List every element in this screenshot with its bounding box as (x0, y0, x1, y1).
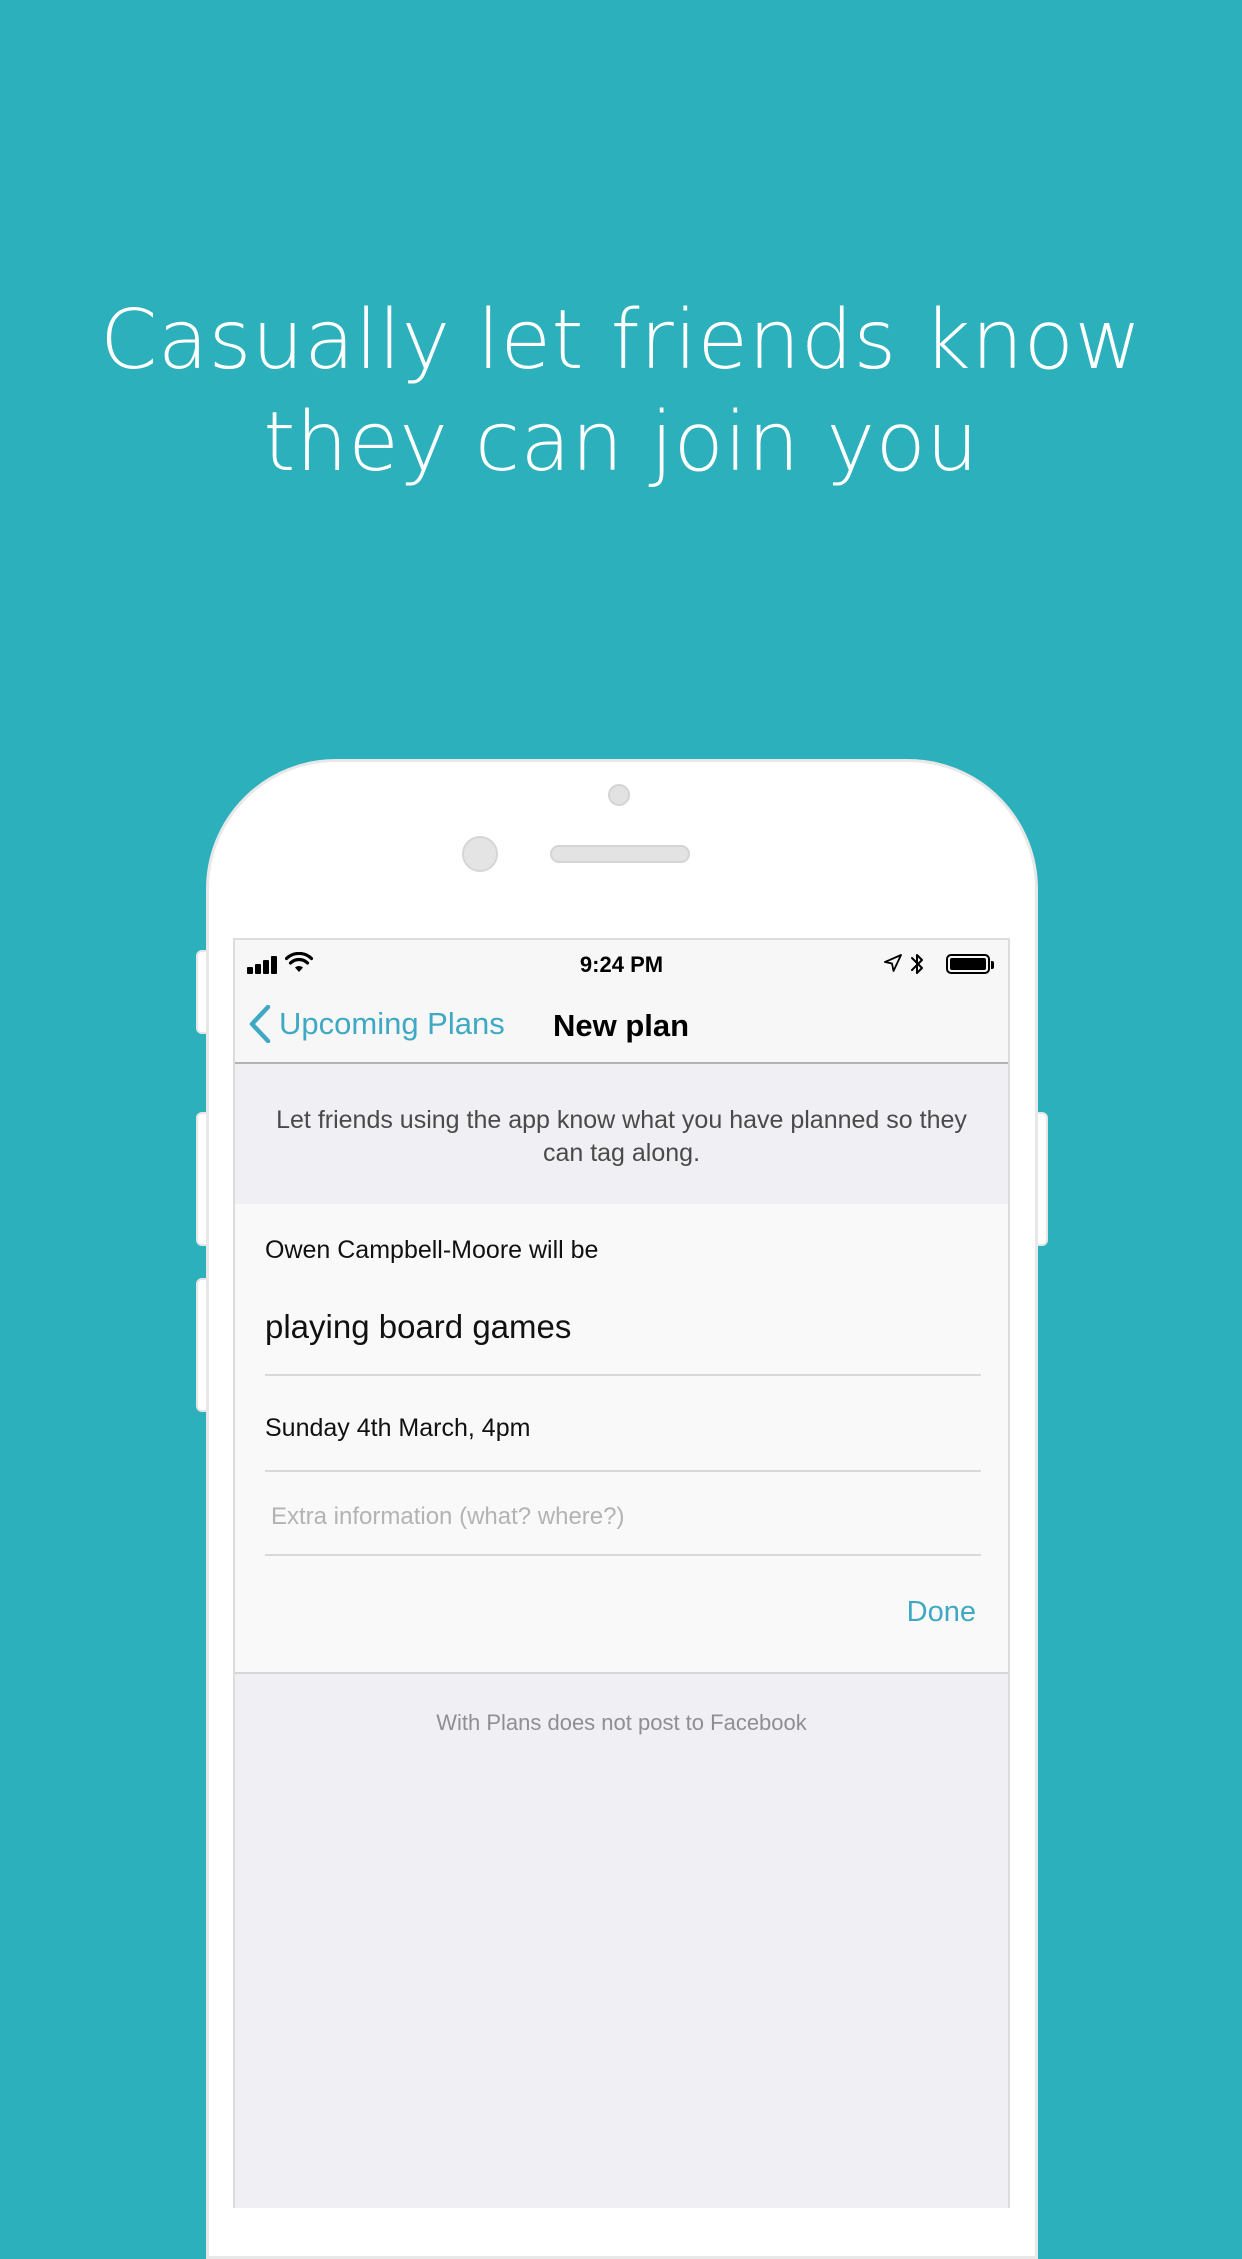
intro-text: Let friends using the app know what you … (276, 1106, 967, 1167)
front-camera (608, 784, 630, 806)
person-label: Owen Campbell-Moore will be (265, 1236, 599, 1264)
divider (265, 1374, 981, 1376)
facebook-disclaimer: With Plans does not post to Facebook (436, 1710, 807, 1735)
intro-section: Let friends using the app know what you … (235, 1064, 1008, 1204)
extra-info-input[interactable] (265, 1476, 981, 1558)
done-button[interactable]: Done (907, 1596, 976, 1629)
battery-icon (946, 954, 990, 974)
plan-form: Owen Campbell-Moore will be playing boar… (235, 1204, 1008, 1674)
bluetooth-icon (911, 954, 923, 974)
activity-field[interactable]: playing board games (265, 1308, 571, 1346)
phone-screen: 9:24 PM Upcoming Plans New plan Let frie… (233, 938, 1010, 2208)
headline-line-2: they can join you (263, 395, 979, 490)
earpiece-speaker (550, 845, 690, 863)
battery-tip (991, 961, 994, 969)
date-field[interactable]: Sunday 4th March, 4pm (265, 1414, 530, 1443)
nav-title: New plan (553, 1008, 690, 1043)
status-right-icons (874, 952, 994, 976)
divider (265, 1470, 981, 1472)
back-button-label: Upcoming Plans (279, 1006, 505, 1041)
headline: Casually let friends know they can join … (0, 290, 1242, 494)
divider (265, 1554, 981, 1556)
status-bar: 9:24 PM (235, 940, 1008, 988)
back-button[interactable]: Upcoming Plans (249, 1002, 505, 1046)
chevron-left-icon (249, 1005, 271, 1043)
location-arrow-icon (884, 954, 902, 972)
navigation-bar: Upcoming Plans New plan (235, 988, 1008, 1064)
proximity-sensor (462, 836, 498, 872)
headline-line-1: Casually let friends know (100, 293, 1142, 388)
